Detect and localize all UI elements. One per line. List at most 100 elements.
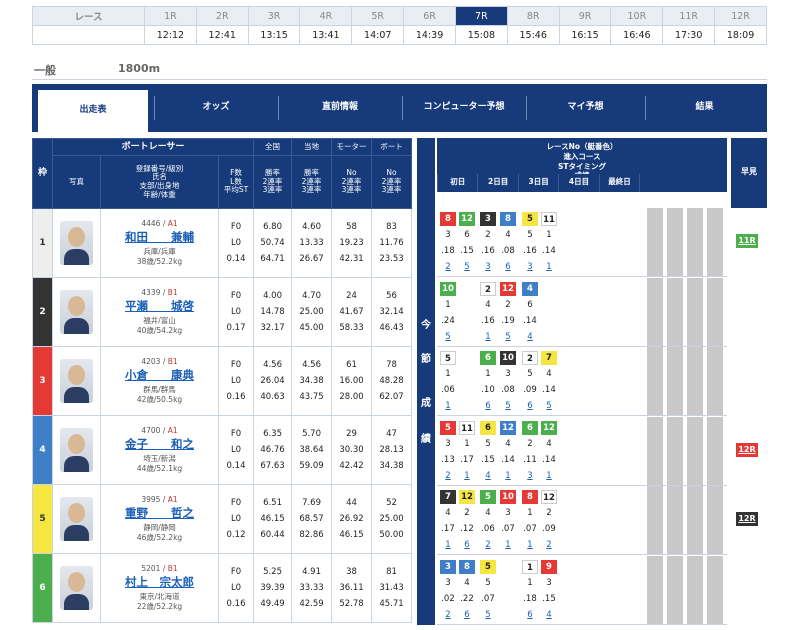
result-link[interactable]: 2 xyxy=(541,538,557,552)
result-link[interactable]: 1 xyxy=(500,469,516,483)
race-number-chip[interactable]: 12 xyxy=(500,420,516,435)
race-number-chip[interactable]: 11 xyxy=(541,212,557,226)
result-link[interactable]: 6 xyxy=(459,538,475,552)
racer-name-link[interactable]: 和田 兼輔 xyxy=(101,229,218,246)
race-number-chip[interactable]: 8 xyxy=(500,212,516,226)
lane-number: 2 xyxy=(32,277,53,347)
lane-number: 1 xyxy=(32,208,53,278)
race-number-chip[interactable]: 5 xyxy=(480,559,496,574)
hayami-badge[interactable]: 11R xyxy=(736,234,758,248)
result-link[interactable]: 2 xyxy=(440,608,456,622)
race-tab[interactable]: 3R xyxy=(247,6,301,26)
result-link[interactable]: 6 xyxy=(480,399,496,413)
racer-class: A1 xyxy=(167,495,178,505)
race-number-chip[interactable]: 6 xyxy=(480,351,496,365)
result-link[interactable]: 6 xyxy=(522,608,538,622)
tab-pre-info[interactable]: 直前情報 xyxy=(280,90,400,126)
hayami-badge[interactable]: 12R xyxy=(736,512,758,526)
race-tab[interactable]: 2R xyxy=(195,6,249,26)
race-number-chip[interactable]: 12 xyxy=(541,420,557,435)
race-number-chip[interactable]: 10 xyxy=(440,281,456,296)
race-tab[interactable]: 7R xyxy=(454,6,508,26)
race-number-chip[interactable]: 4 xyxy=(522,281,538,296)
race-number-chip[interactable]: 6 xyxy=(522,420,538,435)
race-number-chip[interactable]: 12 xyxy=(500,281,516,296)
race-number-chip[interactable]: 12 xyxy=(541,490,557,504)
result-link[interactable]: 1 xyxy=(459,469,475,483)
result-link[interactable]: 3 xyxy=(522,260,538,274)
racer-name-link[interactable]: 金子 和之 xyxy=(101,436,218,453)
empty-slot xyxy=(647,208,663,276)
result-link[interactable]: 3 xyxy=(522,469,538,483)
race-number-chip[interactable]: 3 xyxy=(440,559,456,574)
tab-result[interactable]: 結果 xyxy=(647,90,762,126)
result-link[interactable]: 6 xyxy=(459,608,475,622)
race-number-chip[interactable]: 7 xyxy=(541,351,557,365)
result-link[interactable]: 6 xyxy=(522,399,538,413)
result-link[interactable]: 1 xyxy=(440,538,456,552)
race-number-chip[interactable]: 10 xyxy=(500,490,516,504)
result-link[interactable]: 1 xyxy=(522,538,538,552)
result-link[interactable]: 1 xyxy=(541,260,557,274)
result-link[interactable]: 2 xyxy=(440,469,456,483)
race-number-chip[interactable]: 11 xyxy=(459,420,475,435)
race-number-chip[interactable]: 8 xyxy=(440,212,456,226)
race-close-time: 18:09 xyxy=(714,25,767,45)
tab-odds[interactable]: オッズ xyxy=(156,90,276,126)
race-number-chip[interactable]: 9 xyxy=(541,559,557,574)
result-link[interactable]: 4 xyxy=(480,469,496,483)
tab-computer[interactable]: コンピューター予想 xyxy=(404,90,524,126)
race-number-chip[interactable]: 2 xyxy=(522,351,538,365)
col-touchi-rates: 勝率 2連率 3連率 xyxy=(291,155,333,209)
race-stat: 5 xyxy=(527,230,533,240)
race-tab[interactable]: 9R xyxy=(558,6,612,26)
race-number-chip[interactable]: 5 xyxy=(480,490,496,504)
race-number-chip[interactable]: 6 xyxy=(480,420,496,435)
race-tab[interactable]: 6R xyxy=(403,6,456,26)
result-link[interactable]: 3 xyxy=(480,260,496,274)
race-tab[interactable]: 4R xyxy=(299,6,353,26)
result-link[interactable]: 1 xyxy=(500,538,516,552)
race-tab[interactable]: 8R xyxy=(506,6,560,26)
empty-slot xyxy=(667,416,683,485)
race-number-chip[interactable]: 5 xyxy=(522,212,538,226)
racer-name-link[interactable]: 平瀬 城啓 xyxy=(101,298,218,315)
result-link[interactable]: 1 xyxy=(480,330,496,344)
race-number-chip[interactable]: 3 xyxy=(480,212,496,226)
result-link[interactable]: 4 xyxy=(541,608,557,622)
result-link[interactable]: 5 xyxy=(480,608,496,622)
race-number-chip[interactable]: 8 xyxy=(459,559,475,574)
result-link[interactable]: 5 xyxy=(541,399,557,413)
race-number-chip[interactable]: 7 xyxy=(440,490,456,504)
hayami-badge[interactable]: 12R xyxy=(736,442,758,457)
result-link[interactable]: 5 xyxy=(440,330,456,344)
race-tab[interactable]: 1R xyxy=(144,6,197,26)
result-link[interactable]: 5 xyxy=(500,330,516,344)
race-number-chip[interactable]: 1 xyxy=(522,559,538,574)
race-number-chip[interactable]: 8 xyxy=(522,490,538,504)
racer-name-link[interactable]: 重野 哲之 xyxy=(101,505,218,522)
race-number-chip[interactable]: 12 xyxy=(459,490,475,504)
result-link[interactable]: 2 xyxy=(480,538,496,552)
result-link[interactable]: 4 xyxy=(522,330,538,344)
race-number-chip[interactable]: 5 xyxy=(440,420,456,435)
race-number-chip[interactable]: 12 xyxy=(459,212,475,226)
result-link[interactable]: 1 xyxy=(440,399,456,413)
race-tab[interactable]: 5R xyxy=(351,6,405,26)
race-tab[interactable]: 11R xyxy=(662,6,716,26)
result-link[interactable]: 5 xyxy=(500,399,516,413)
race-stat: 2 xyxy=(527,438,533,449)
race-number-chip[interactable]: 2 xyxy=(480,281,496,296)
result-link[interactable]: 6 xyxy=(500,260,516,274)
race-tab[interactable]: 10R xyxy=(610,6,664,26)
race-number-chip[interactable]: 10 xyxy=(500,351,516,365)
tab-my-pick[interactable]: マイ予想 xyxy=(528,90,643,126)
result-link[interactable]: 5 xyxy=(459,260,475,274)
tab-entry[interactable]: 出走表 xyxy=(38,90,148,132)
result-link[interactable]: 1 xyxy=(541,469,557,483)
racer-name-link[interactable]: 小倉 康典 xyxy=(101,367,218,384)
race-number-chip[interactable]: 5 xyxy=(440,351,456,365)
result-link[interactable]: 2 xyxy=(440,260,456,274)
race-tab[interactable]: 12R xyxy=(714,6,767,26)
racer-name-link[interactable]: 村上 宗太郎 xyxy=(101,574,218,591)
